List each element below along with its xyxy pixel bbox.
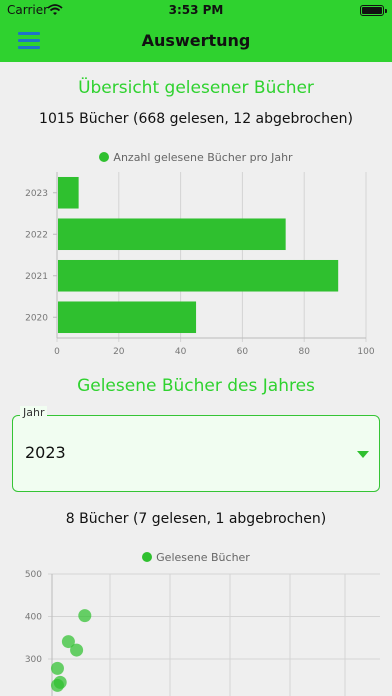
legend-dot [142, 552, 153, 562]
y-tick-label: 2021 [25, 272, 48, 282]
status-time: 3:53 PM [168, 3, 224, 17]
y-tick-label: 400 [25, 613, 42, 623]
x-tick-label: 20 [113, 347, 125, 356]
dropdown-arrow-icon[interactable] [357, 451, 369, 458]
year-dropdown-label: Jahr [20, 406, 48, 419]
year-summary: 8 Bücher (7 gelesen, 1 abgebrochen) [65, 511, 327, 527]
scatter-point [50, 661, 64, 675]
scatter-point [50, 678, 64, 692]
x-tick-label: 0 [54, 347, 60, 356]
scatter-chart: 500 400 300 [25, 570, 380, 696]
scatter-point [78, 609, 92, 623]
overview-title: Übersicht gelesener Bücher [78, 78, 314, 98]
bar-chart-legend-label: Anzahl gelesene Bücher pro Jahr [113, 151, 293, 164]
scatter-point [70, 643, 84, 657]
bar [58, 176, 79, 209]
bar-chart: 0 20 40 60 80 100 2023 2022 2021 2020 [25, 172, 375, 356]
year-section-title: Gelesene Bücher des Jahres [77, 376, 315, 396]
battery-icon [360, 5, 387, 16]
scatter-legend-label: Gelesene Bücher [156, 551, 250, 564]
legend-dot [99, 152, 110, 162]
x-tick-label: 60 [237, 347, 249, 356]
year-dropdown-value[interactable]: 2023 [25, 443, 66, 462]
bar [58, 301, 197, 334]
year-dropdown[interactable] [12, 415, 380, 492]
x-tick-label: 40 [175, 347, 187, 356]
bar-chart-legend: Anzahl gelesene Bücher pro Jahr [0, 151, 392, 164]
y-tick-label: 2020 [25, 313, 48, 323]
status-bar: Carrier 3:53 PM [0, 0, 392, 22]
bar [58, 218, 286, 251]
y-tick-label: 500 [25, 570, 42, 580]
y-tick-label: 2023 [25, 189, 48, 199]
page-title: Auswertung [141, 31, 251, 50]
overview-summary: 1015 Bücher (668 gelesen, 12 abgebrochen… [39, 111, 353, 127]
y-tick-label: 2022 [25, 230, 48, 240]
scatter-legend: Gelesene Bücher [0, 551, 392, 564]
bar [58, 259, 339, 292]
app-bar: Auswertung [0, 22, 392, 62]
x-tick-label: 100 [357, 347, 374, 356]
y-tick-label: 300 [25, 655, 42, 665]
x-tick-label: 80 [298, 347, 310, 356]
